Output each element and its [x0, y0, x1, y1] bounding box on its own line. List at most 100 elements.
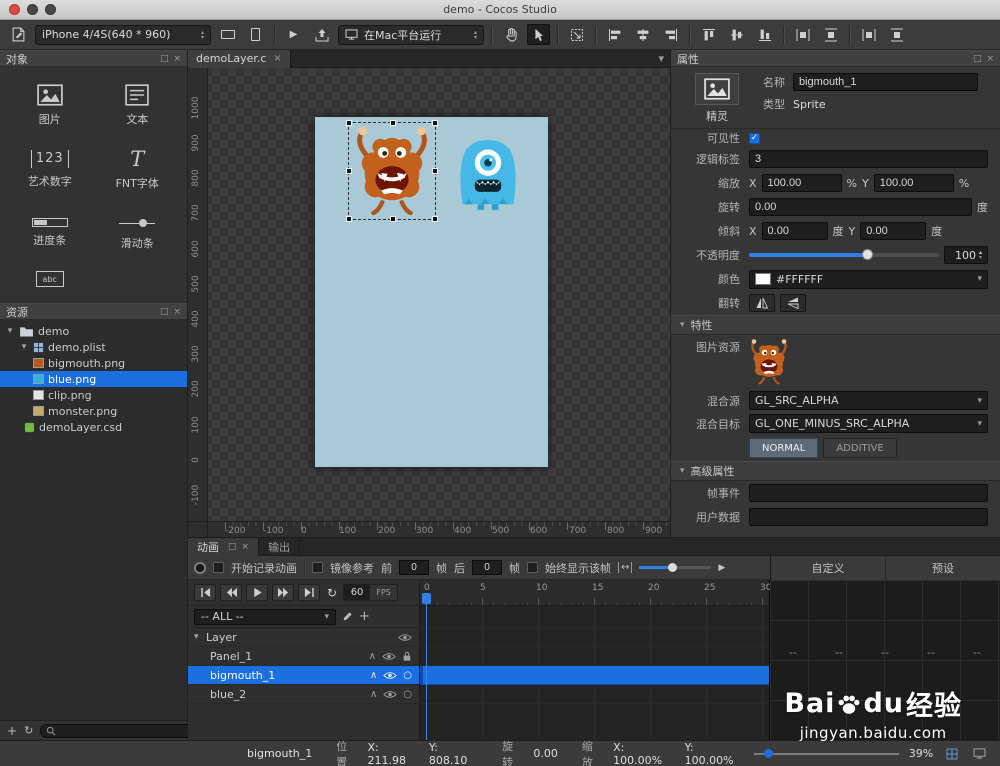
close-panel-icon[interactable]: ×	[242, 542, 250, 552]
resize-handle[interactable]	[432, 168, 438, 174]
sprite-blue[interactable]	[455, 138, 521, 210]
float-panel-icon[interactable]: □	[160, 54, 169, 64]
tree-item-demo[interactable]: ▾ demo	[0, 323, 187, 339]
timeline-row-bigmouth[interactable]	[420, 666, 769, 685]
match-height-button[interactable]	[885, 24, 908, 45]
visibility-eye-icon[interactable]	[383, 671, 397, 680]
refresh-resources-button[interactable]: ↻	[24, 724, 33, 737]
close-panel-icon[interactable]: ×	[173, 307, 181, 317]
resize-handle[interactable]	[346, 120, 352, 126]
distribute-vertical-button[interactable]	[819, 24, 842, 45]
resize-handle[interactable]	[346, 216, 352, 222]
object-item-progress-bar[interactable]: 进度条	[6, 203, 94, 263]
design-canvas[interactable]: 1000 900 800 700 600 500 400 300 200 100…	[188, 68, 670, 537]
align-left-button[interactable]	[603, 24, 626, 45]
tree-item-monster-png[interactable]: monster.png	[0, 403, 187, 419]
after-frames-input[interactable]	[472, 560, 502, 575]
resize-handle[interactable]	[390, 120, 396, 126]
visibility-eye-icon[interactable]	[383, 690, 397, 699]
blend-src-select[interactable]: GL_SRC_ALPHA ▾	[749, 391, 988, 410]
layer-row-bigmouth[interactable]: bigmouth_1 ∧ ○	[188, 666, 419, 685]
always-show-checkbox[interactable]	[527, 562, 538, 573]
lock-icon[interactable]	[402, 651, 412, 662]
fps-box[interactable]: 60 FPS	[343, 584, 399, 601]
scale-y-input[interactable]	[873, 174, 954, 192]
distribute-horizontal-button[interactable]	[791, 24, 814, 45]
tab-list-button[interactable]: ▾	[658, 52, 664, 65]
canvas-zoom-slider[interactable]	[753, 748, 899, 758]
align-right-button[interactable]	[659, 24, 682, 45]
add-animation-button[interactable]: +	[359, 609, 370, 624]
unlock-icon[interactable]: ○	[403, 670, 412, 681]
close-tab-icon[interactable]: ×	[273, 53, 281, 64]
layer-row-layer[interactable]: ▾ Layer	[188, 628, 419, 647]
next-frame-button[interactable]	[272, 584, 294, 601]
skip-to-start-button[interactable]	[194, 584, 216, 601]
expand-arrow-icon[interactable]: ▾	[5, 326, 15, 336]
timeline-track-area[interactable]: 0 5 10 15 20 25 30	[420, 580, 771, 740]
skew-y-input[interactable]	[860, 222, 927, 240]
add-resource-button[interactable]: +	[7, 724, 17, 738]
visibility-eye-icon[interactable]	[382, 652, 396, 661]
track-filter-select[interactable]: -- ALL -- ▾	[194, 608, 336, 625]
tab-animation[interactable]: 动画 □ ×	[188, 537, 260, 556]
close-window-button[interactable]	[9, 4, 20, 15]
snap-grid-icon[interactable]	[943, 746, 960, 762]
tag-input[interactable]	[749, 150, 988, 168]
user-data-input[interactable]	[749, 508, 988, 526]
zoom-window-button[interactable]	[45, 4, 56, 15]
timeline-zoom-slider[interactable]	[639, 563, 712, 572]
device-selector[interactable]: iPhone 4/4S(640 * 960) ▴ ▾	[35, 24, 211, 45]
object-item-fnt-font[interactable]: T FNT字体	[94, 139, 182, 199]
edit-animation-icon[interactable]	[342, 611, 353, 622]
mirror-checkbox[interactable]	[312, 562, 323, 573]
blend-dst-select[interactable]: GL_ONE_MINUS_SRC_ALPHA ▾	[749, 414, 988, 433]
skew-x-input[interactable]	[761, 222, 828, 240]
opacity-numbox[interactable]: 100 ▴ ▾	[944, 246, 988, 264]
unlock-icon[interactable]: ○	[403, 689, 412, 700]
tree-item-bigmouth-png[interactable]: bigmouth.png	[0, 355, 187, 371]
resize-handle[interactable]	[390, 216, 396, 222]
align-center-horizontal-button[interactable]	[631, 24, 654, 45]
run-target-selector[interactable]: 在Mac平台运行 ▴ ▾	[338, 24, 484, 45]
expand-arrow-icon[interactable]: ▾	[19, 342, 29, 352]
easing-preset-grid[interactable]: -- -- -- -- --	[770, 580, 1000, 740]
hand-tool-button[interactable]	[499, 24, 522, 45]
fps-value[interactable]: 60	[344, 585, 371, 600]
close-panel-icon[interactable]: ×	[173, 54, 181, 64]
landscape-orientation-button[interactable]	[216, 24, 239, 45]
timeline-zoom-in-icon[interactable]: ▶	[718, 563, 725, 573]
align-top-button[interactable]	[697, 24, 720, 45]
timeline-row-blue2[interactable]	[420, 685, 769, 704]
float-panel-icon[interactable]: □	[973, 54, 982, 64]
tab-demolayer[interactable]: demoLayer.c ×	[188, 49, 291, 68]
rotation-input[interactable]	[749, 198, 972, 216]
color-select[interactable]: #FFFFFF ▾	[749, 269, 988, 289]
tab-output[interactable]: 输出	[259, 537, 301, 556]
advanced-section-header[interactable]: ▾ 高级属性	[671, 461, 1000, 481]
timeline-row-layer[interactable]	[420, 628, 769, 647]
object-item-slider[interactable]: 滑动条	[94, 203, 182, 263]
collapse-icon[interactable]: ∧	[370, 689, 377, 700]
tree-item-clip-png[interactable]: clip.png	[0, 387, 187, 403]
timeline-grid[interactable]	[420, 606, 769, 740]
image-resource-thumbnail[interactable]	[749, 339, 789, 385]
play-button[interactable]: ▶	[282, 24, 305, 45]
tree-item-demo-plist[interactable]: ▾ demo.plist	[0, 339, 187, 355]
resize-handle[interactable]	[432, 216, 438, 222]
opacity-slider[interactable]	[749, 249, 939, 260]
additive-blend-button[interactable]: ADDITIVE	[823, 438, 897, 458]
resource-search-box[interactable]	[40, 723, 199, 738]
float-panel-icon[interactable]: □	[228, 542, 237, 552]
timeline-row-panel1[interactable]	[420, 647, 769, 666]
play-animation-button[interactable]	[246, 584, 268, 601]
frame-event-input[interactable]	[749, 484, 988, 502]
float-panel-icon[interactable]: □	[160, 307, 169, 317]
object-item-art-number[interactable]: 123 艺术数字	[6, 139, 94, 199]
previous-frame-button[interactable]	[220, 584, 242, 601]
minimize-window-button[interactable]	[27, 4, 38, 15]
record-icon[interactable]	[194, 561, 206, 574]
scale-x-input[interactable]	[761, 174, 842, 192]
stepper-icon[interactable]: ▴ ▾	[979, 250, 987, 261]
tree-item-blue-png[interactable]: blue.png	[0, 371, 187, 387]
